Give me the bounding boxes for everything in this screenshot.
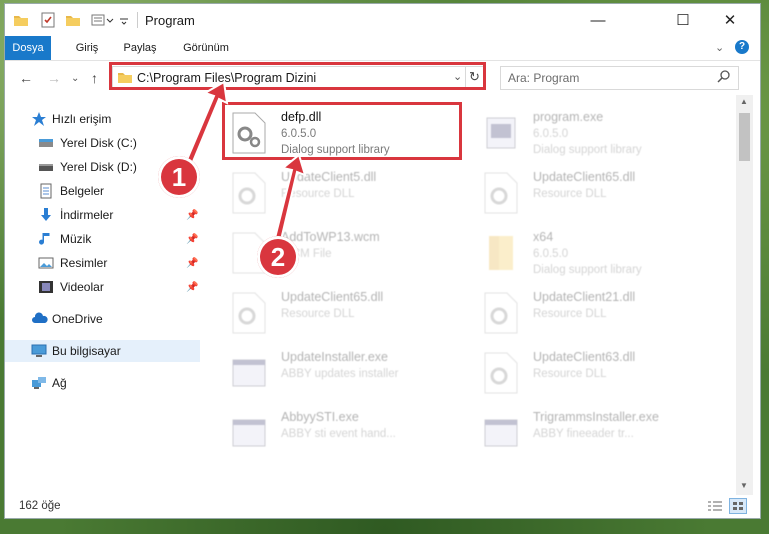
step-badge-1: 1 (158, 156, 200, 198)
step-badge-2: 2 (257, 236, 299, 278)
arrow-2 (273, 153, 307, 242)
annotation-arrows (184, 80, 307, 242)
arrow-1 (184, 80, 229, 166)
